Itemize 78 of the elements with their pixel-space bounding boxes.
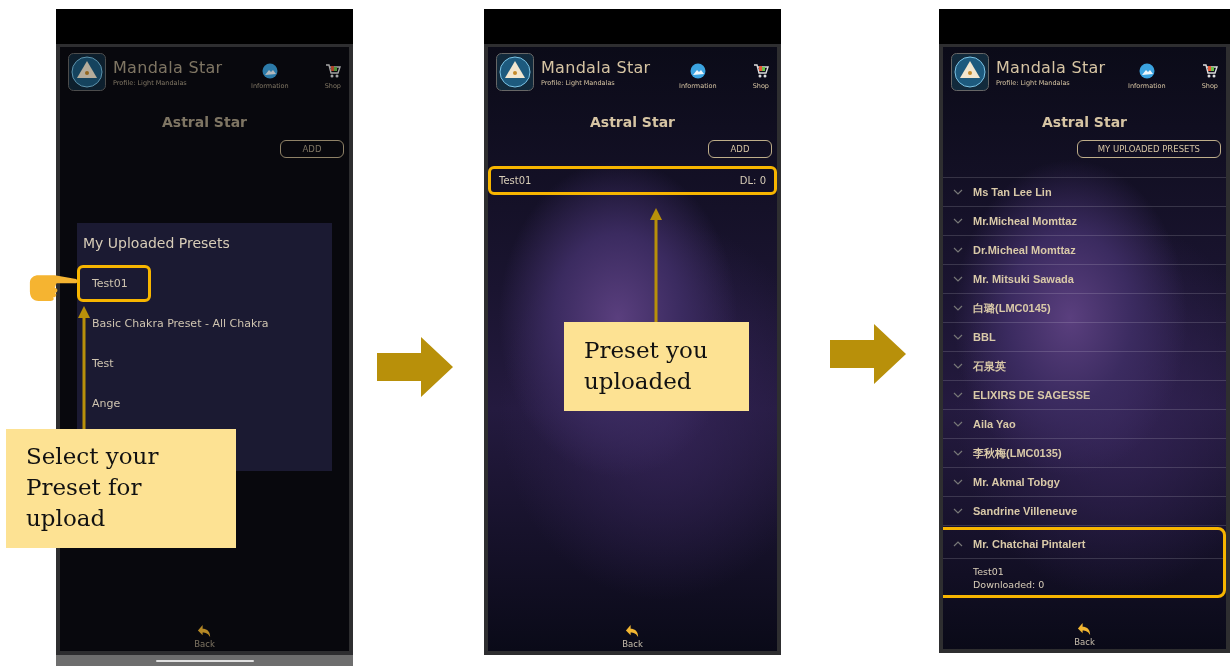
- callout-text: Select your Preset for upload: [26, 442, 160, 533]
- preset-name: Test01: [499, 175, 532, 186]
- chevron-down-icon[interactable]: [953, 479, 963, 485]
- preset-option[interactable]: Test: [77, 345, 151, 382]
- header-button[interactable]: ADD: [280, 140, 344, 158]
- user-name: ELIXIRS DE SAGESSE: [973, 389, 1091, 401]
- preset-option[interactable]: Ange: [77, 385, 151, 422]
- app-title: Mandala Star: [996, 59, 1106, 77]
- screen-title: Astral Star: [161, 113, 248, 131]
- back-arrow-icon[interactable]: [197, 623, 212, 638]
- shopping-cart-icon[interactable]: [324, 63, 341, 79]
- app-logo-icon: [951, 53, 989, 91]
- user-name: 李秋梅(LMC0135): [973, 445, 1062, 461]
- header-button[interactable]: MY UPLOADED PRESETS: [1076, 140, 1221, 158]
- user-name: 石泉英: [973, 358, 1006, 374]
- back-arrow-icon[interactable]: [1077, 621, 1092, 636]
- user-group-header[interactable]: 李秋梅(LMC0135): [943, 439, 1226, 468]
- chevron-down-icon[interactable]: [953, 392, 963, 398]
- preset-row[interactable]: Test01 DL: 0: [488, 166, 777, 195]
- download-count: Downloaded: 0: [973, 578, 1046, 591]
- chevron-down-icon[interactable]: [953, 334, 963, 340]
- app-title: Mandala Star: [113, 59, 223, 77]
- back-label[interactable]: Back: [1074, 637, 1095, 647]
- shopping-cart-icon[interactable]: [1201, 63, 1218, 79]
- preset-name: Test01: [973, 565, 1005, 578]
- user-group-header[interactable]: Dr.Micheal Momttaz: [943, 236, 1226, 265]
- user-group-header[interactable]: BBL: [943, 323, 1226, 352]
- globe-icon[interactable]: [1138, 63, 1155, 79]
- chevron-down-icon[interactable]: [953, 276, 963, 282]
- callout-text: Preset you uploaded: [584, 336, 709, 396]
- user-group-header[interactable]: Mr. Chatchai Pintalert: [943, 530, 1223, 559]
- chevron-down-icon[interactable]: [953, 508, 963, 514]
- user-name: Mr. Chatchai Pintalert: [973, 538, 1086, 550]
- screen-title: Astral Star: [1041, 113, 1128, 131]
- chevron-up-icon[interactable]: [953, 541, 963, 547]
- chevron-down-icon[interactable]: [953, 363, 963, 369]
- user-group-header[interactable]: Mr. Akmal Tobgy: [943, 468, 1226, 497]
- user-name: BBL: [973, 331, 996, 343]
- home-indicator[interactable]: [155, 659, 254, 662]
- right-arrow-icon: [830, 324, 906, 384]
- chevron-down-icon[interactable]: [953, 189, 963, 195]
- user-group-header[interactable]: Mr.Micheal Momttaz: [943, 207, 1226, 236]
- user-group-header[interactable]: Mr. Mitsuki Sawada: [943, 265, 1226, 294]
- app-logo-icon: [496, 53, 534, 91]
- back-arrow-icon[interactable]: [625, 623, 640, 638]
- user-group-header[interactable]: Ms Tan Lee Lin: [943, 178, 1226, 207]
- user-group-header[interactable]: Aila Yao: [943, 410, 1226, 439]
- right-arrow-icon: [377, 337, 453, 397]
- app-logo-icon: [68, 53, 106, 91]
- user-name: Ms Tan Lee Lin: [973, 186, 1052, 198]
- back-label[interactable]: Back: [194, 639, 215, 649]
- user-group-header[interactable]: 白璐(LMC0145): [943, 294, 1226, 323]
- globe-icon[interactable]: [261, 63, 278, 79]
- chevron-down-icon[interactable]: [953, 450, 963, 456]
- user-name: Sandrine Villeneuve: [973, 505, 1078, 517]
- user-name: Mr.Micheal Momttaz: [973, 215, 1077, 227]
- preset-option[interactable]: Test01: [77, 265, 151, 302]
- user-name: Aila Yao: [973, 418, 1016, 430]
- back-label[interactable]: Back: [622, 639, 643, 649]
- preset-option[interactable]: Basic Chakra Preset - All Chakra: [77, 305, 282, 342]
- chevron-down-icon[interactable]: [953, 218, 963, 224]
- globe-icon[interactable]: [689, 63, 706, 79]
- user-name: Mr. Mitsuki Sawada: [973, 273, 1074, 285]
- user-group-header[interactable]: ELIXIRS DE SAGESSE: [943, 381, 1226, 410]
- user-name: 白璐(LMC0145): [973, 300, 1051, 316]
- user-name: Dr.Micheal Momttaz: [973, 244, 1076, 256]
- header-button[interactable]: ADD: [708, 140, 772, 158]
- user-name: Mr. Akmal Tobgy: [973, 476, 1060, 488]
- user-group-header[interactable]: 石泉英: [943, 352, 1226, 381]
- download-count: DL: 0: [739, 175, 766, 186]
- chevron-down-icon[interactable]: [953, 305, 963, 311]
- dialog-title: My Uploaded Presets: [82, 235, 231, 251]
- screen-title: Astral Star: [589, 113, 676, 131]
- app-title: Mandala Star: [541, 59, 651, 77]
- chevron-down-icon[interactable]: [953, 247, 963, 253]
- shopping-cart-icon[interactable]: [752, 63, 769, 79]
- chevron-down-icon[interactable]: [953, 421, 963, 427]
- user-group-header[interactable]: Sandrine Villeneuve: [943, 497, 1226, 526]
